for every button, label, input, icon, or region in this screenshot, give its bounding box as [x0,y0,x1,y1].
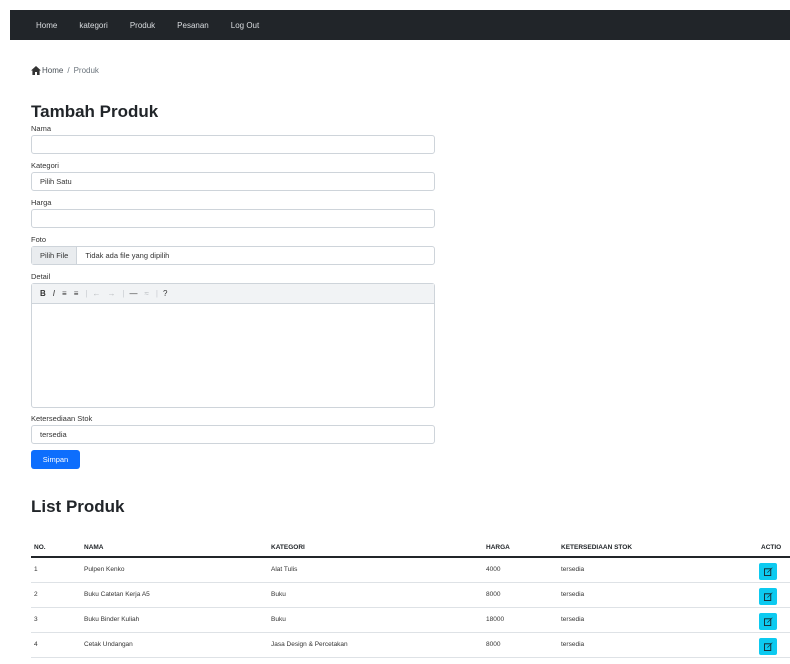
table-row: 2 Buku Catetan Kerja A5 Buku 8000 tersed… [31,583,790,608]
cell-nama: Buku Catetan Kerja A5 [84,591,150,598]
edit-button[interactable] [759,563,777,580]
help-button[interactable]: ? [163,289,167,298]
col-kategori: KATEGORI [271,544,305,551]
bullet-list-button[interactable]: ≡ [62,289,67,298]
col-nama: NAMA [84,544,104,551]
cell-harga: 8000 [486,591,501,598]
editor-toolbar: B I ≡ ≡ | ← → | — ≈ | ? [32,284,434,304]
col-harga: HARGA [486,544,510,551]
edit-icon [763,592,773,601]
edit-button[interactable] [759,613,777,630]
numbered-list-button[interactable]: ≡ [74,289,79,298]
edit-icon [763,617,773,626]
toolbar-divider: | [85,289,88,298]
stok-label: Ketersediaan Stok [31,414,93,423]
horizontal-rule-button[interactable]: — [130,289,138,298]
italic-button[interactable]: I [53,289,55,298]
nav-pesanan[interactable]: Pesanan [177,21,209,30]
detail-editor[interactable]: B I ≡ ≡ | ← → | — ≈ | ? [31,283,435,408]
choose-file-button[interactable]: Pilih File [32,247,78,264]
cell-kategori: Alat Tulis [271,566,298,573]
cell-kategori: Buku [271,591,286,598]
form-title: Tambah Produk [31,102,159,121]
list-title: List Produk [31,497,125,516]
cell-stok: tersedia [561,641,585,648]
clear-format-button[interactable]: ≈ [145,289,149,298]
cell-nama: Pulpen Kenko [84,566,125,573]
bold-button[interactable]: B [40,289,46,298]
table-row: 3 Buku Binder Kuliah Buku 18000 tersedia [31,608,790,633]
file-status: Tidak ada file yang dipilih [85,251,170,260]
edit-button[interactable] [759,638,777,655]
cell-stok: tersedia [561,591,585,598]
table-row: 1 Pulpen Kenko Alat Tulis 4000 tersedia [31,558,790,583]
cell-nama: Buku Binder Kuliah [84,616,140,623]
home-icon [31,66,41,75]
cell-harga: 18000 [486,616,505,623]
stok-input[interactable]: tersedia [31,425,435,444]
breadcrumb-home[interactable]: Home [42,66,63,75]
edit-icon [763,567,773,576]
cell-no: 1 [34,566,38,573]
toolbar-divider: | [155,289,158,298]
undo-button[interactable]: ← [92,289,100,298]
cell-harga: 4000 [486,566,501,573]
table-header: NO. NAMA KATEGORI HARGA KETERSEDIAAN STO… [31,538,790,558]
harga-label: Harga [31,198,52,207]
col-no: NO. [34,544,46,551]
cell-no: 2 [34,591,38,598]
cell-kategori: Jasa Design & Percetakan [271,641,348,648]
nav-produk[interactable]: Produk [130,21,155,30]
foto-label: Foto [31,235,47,244]
foto-file-input[interactable]: Pilih File Tidak ada file yang dipilih [31,246,435,265]
harga-input[interactable] [31,209,435,228]
nama-input[interactable] [31,135,435,154]
kategori-select[interactable]: Pilih Satu [31,172,435,191]
redo-button[interactable]: → [107,289,115,298]
cell-stok: tersedia [561,566,585,573]
nav-home[interactable]: Home [36,21,57,30]
cell-no: 3 [34,616,38,623]
breadcrumb-separator: / [67,66,70,75]
cell-stok: tersedia [561,616,585,623]
kategori-label: Kategori [31,161,59,170]
edit-icon [763,642,773,651]
breadcrumb: Home / Produk [31,66,99,75]
product-table: NO. NAMA KATEGORI HARGA KETERSEDIAAN STO… [31,538,790,658]
breadcrumb-current: Produk [73,66,99,75]
col-action: ACTIO [761,544,782,551]
cell-kategori: Buku [271,616,286,623]
edit-button[interactable] [759,588,777,605]
nav-kategori[interactable]: kategori [79,21,107,30]
table-row: 4 Cetak Undangan Jasa Design & Percetaka… [31,633,790,658]
col-stok: KETERSEDIAAN STOK [561,544,633,551]
nama-label: Nama [31,124,52,133]
cell-harga: 8000 [486,641,501,648]
simpan-button[interactable]: Simpan [31,450,80,469]
cell-nama: Cetak Undangan [84,641,133,648]
top-navbar: Home kategori Produk Pesanan Log Out [10,10,790,40]
toolbar-divider: | [122,289,125,298]
nav-logout[interactable]: Log Out [231,21,259,30]
cell-no: 4 [34,641,38,648]
detail-label: Detail [31,272,51,281]
